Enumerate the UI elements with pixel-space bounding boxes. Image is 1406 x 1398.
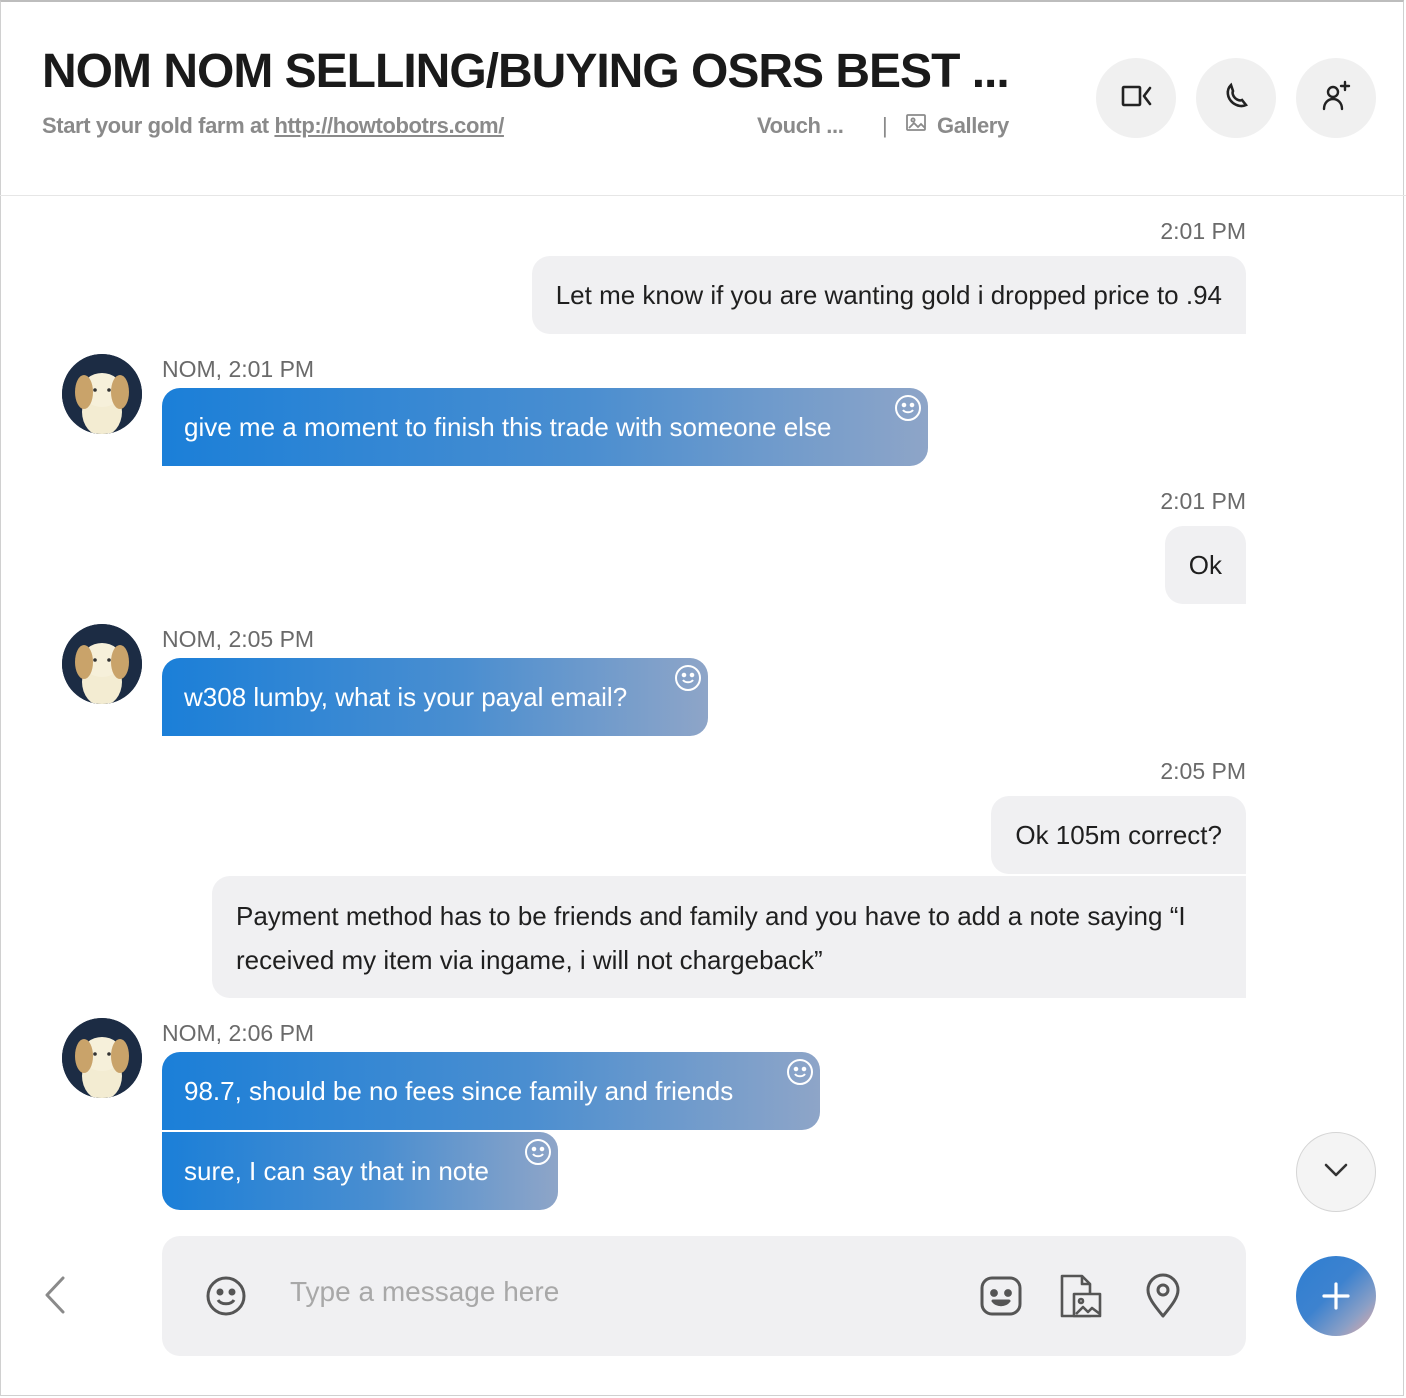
add-person-icon: [1316, 76, 1356, 121]
incoming-message[interactable]: w308 lumby, what is your payal email?: [162, 658, 708, 736]
outgoing-message[interactable]: Ok: [1164, 526, 1246, 604]
topic-link[interactable]: http://howtobotrs.com/: [274, 113, 504, 138]
scroll-to-bottom-button[interactable]: [1296, 1132, 1376, 1212]
smiley-icon: [895, 395, 921, 421]
vouch-link[interactable]: Vouch ...: [757, 113, 844, 139]
location-pin-icon: [1146, 1273, 1180, 1318]
sender-name: NOM, 2:06 PM: [162, 1020, 315, 1046]
video-camera-icon: [1116, 76, 1156, 121]
sticker-icon: [980, 1276, 1022, 1316]
bunny-avatar-icon: [62, 624, 142, 704]
sticker-button[interactable]: [978, 1272, 1024, 1320]
add-participant-button[interactable]: [1296, 58, 1376, 138]
add-reaction-button[interactable]: [893, 393, 923, 423]
emoji-button[interactable]: [204, 1274, 248, 1318]
back-button[interactable]: [36, 1272, 76, 1318]
gallery-icon: [905, 111, 929, 141]
sender-name: NOM, 2:05 PM: [162, 626, 315, 652]
add-reaction-button[interactable]: [785, 1057, 815, 1087]
topic-text: Start your gold farm at: [42, 113, 275, 138]
message-composer[interactable]: Type a message here: [162, 1236, 1246, 1356]
message-timestamp: 2:05 PM: [1160, 758, 1246, 784]
header-separator: |: [882, 113, 888, 138]
bunny-avatar-icon: [62, 354, 142, 434]
smiley-icon: [525, 1139, 551, 1165]
phone-icon: [1216, 76, 1256, 121]
chevron-down-icon: [1319, 1153, 1353, 1192]
message-timestamp: 2:01 PM: [1160, 488, 1246, 514]
outgoing-message[interactable]: Ok 105m correct?: [991, 796, 1246, 874]
smiley-icon: [206, 1276, 246, 1316]
smiley-icon: [787, 1059, 813, 1085]
conversation-title[interactable]: NOM NOM SELLING/BUYING OSRS BEST ...: [42, 44, 1022, 99]
conversation-header: NOM NOM SELLING/BUYING OSRS BEST ... Sta…: [0, 0, 1406, 196]
chevron-left-icon: [45, 1276, 65, 1314]
incoming-message[interactable]: give me a moment to finish this trade wi…: [162, 388, 928, 466]
bunny-avatar-icon: [62, 1018, 142, 1098]
outgoing-message[interactable]: Let me know if you are wanting gold i dr…: [531, 256, 1246, 334]
outgoing-message[interactable]: Payment method has to be friends and fam…: [212, 876, 1246, 998]
sender-name: NOM, 2:01 PM: [162, 356, 315, 382]
message-input[interactable]: Type a message here: [290, 1276, 559, 1308]
conversation-topic: Start your gold farm at http://howtobotr…: [42, 113, 504, 139]
message-timestamp: 2:01 PM: [1160, 218, 1246, 244]
gallery-button[interactable]: Gallery: [905, 111, 1009, 141]
video-call-button[interactable]: [1096, 58, 1176, 138]
gallery-label: Gallery: [937, 113, 1009, 138]
avatar[interactable]: [62, 624, 142, 704]
audio-call-button[interactable]: [1196, 58, 1276, 138]
plus-icon: [1322, 1282, 1350, 1310]
add-reaction-button[interactable]: [673, 663, 703, 693]
location-button[interactable]: [1140, 1272, 1186, 1320]
smiley-icon: [675, 665, 701, 691]
incoming-message[interactable]: 98.7, should be no fees since family and…: [162, 1052, 820, 1130]
file-attach-button[interactable]: [1058, 1272, 1104, 1320]
avatar[interactable]: [62, 1018, 142, 1098]
add-reaction-button[interactable]: [523, 1137, 553, 1167]
more-options-button[interactable]: [1296, 1256, 1376, 1336]
incoming-message[interactable]: sure, I can say that in note: [162, 1132, 558, 1210]
file-image-icon: [1060, 1274, 1102, 1318]
avatar[interactable]: [62, 354, 142, 434]
